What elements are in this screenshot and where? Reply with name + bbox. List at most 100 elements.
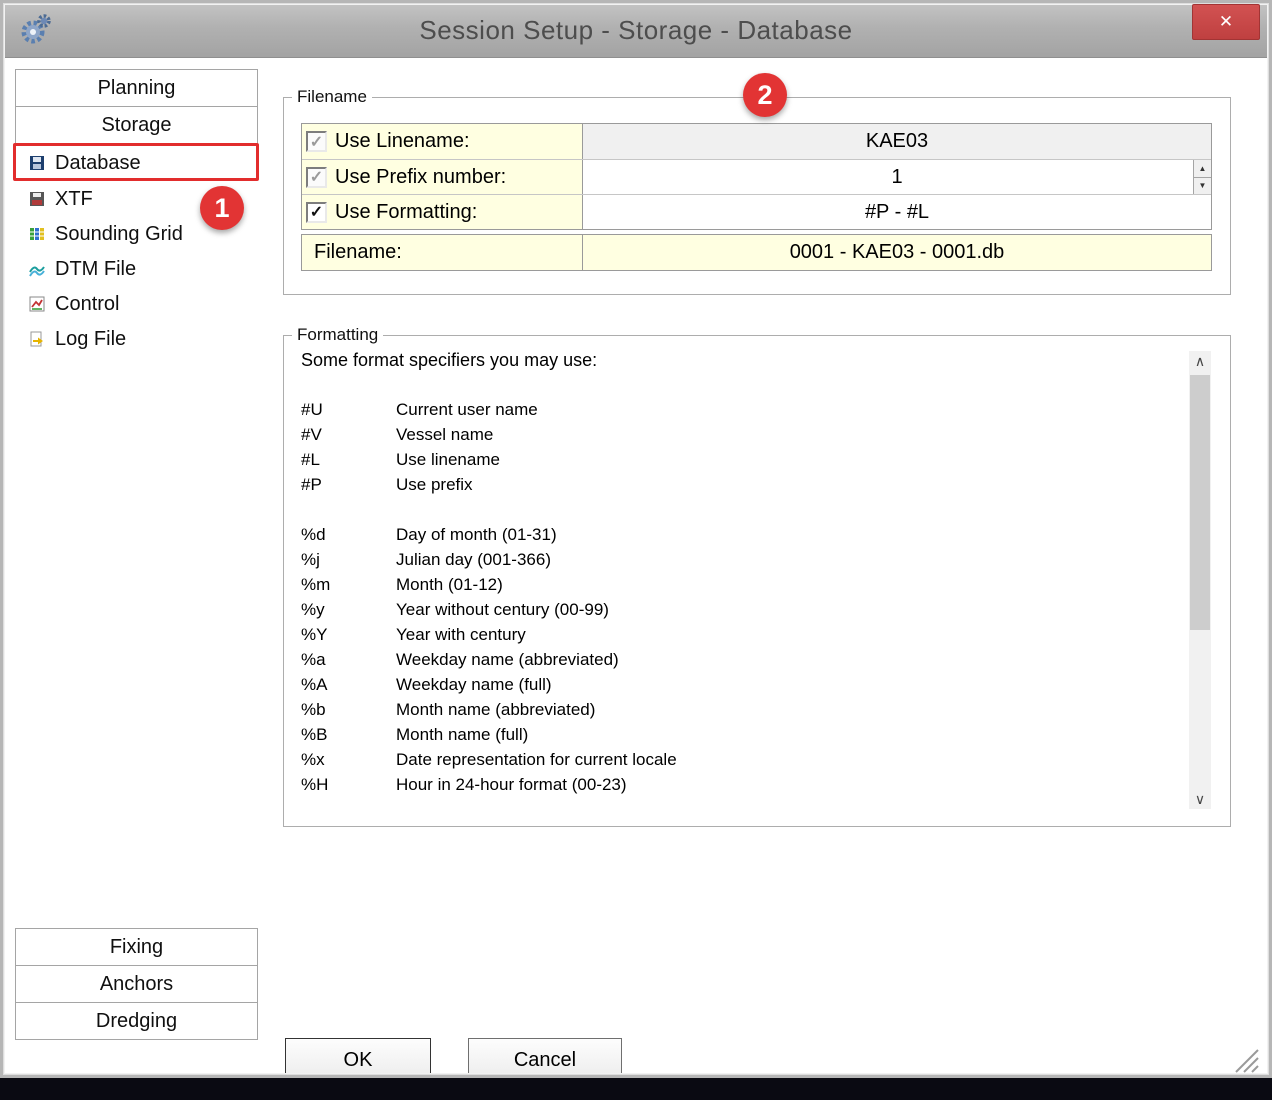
filename-group: Filename ✓ Use Linename: KAE03 ✓ Use Pre… (283, 97, 1231, 295)
prefix-spinner: ▲ ▼ (1193, 160, 1211, 194)
specifier-row: #V Vessel name (301, 422, 1161, 447)
sidebar-item-label: Database (55, 152, 141, 175)
specifier-desc: Weekday name (full) (396, 675, 552, 695)
use-prefix-label: Use Prefix number: (335, 166, 506, 189)
control-icon (28, 295, 46, 313)
session-setup-dialog: Session Setup - Storage - Database ✕ Pla… (0, 0, 1272, 1100)
specifier-code: #L (301, 450, 396, 470)
use-formatting-checkbox[interactable]: ✓ (306, 202, 327, 223)
specifier-row: #L Use linename (301, 447, 1161, 472)
linename-value-field[interactable]: KAE03 (583, 124, 1211, 159)
specifier-code: #U (301, 400, 396, 420)
log-file-icon (28, 330, 46, 348)
filename-label: Filename: (314, 241, 402, 264)
scrollbar-up-icon[interactable]: ∧ (1189, 351, 1211, 371)
specifier-code: #P (301, 475, 396, 495)
specifier-code: %H (301, 775, 396, 795)
specifier-row: #P Use prefix (301, 472, 1161, 497)
sidebar-button-fixing[interactable]: Fixing (15, 928, 258, 966)
specifier-code: %b (301, 700, 396, 720)
spinner-up-icon[interactable]: ▲ (1194, 160, 1211, 178)
cancel-button[interactable]: Cancel (468, 1038, 622, 1082)
specifier-desc: Weekday name (abbreviated) (396, 650, 619, 670)
specifier-desc: Current user name (396, 400, 538, 420)
scrollbar-down-icon[interactable]: ∨ (1189, 789, 1211, 809)
specifier-code: %y (301, 600, 396, 620)
use-formatting-row: ✓ Use Formatting: #P - #L (302, 194, 1211, 229)
app-gear-icon (17, 11, 53, 54)
sidebar-item-label: Sounding Grid (55, 223, 183, 246)
sidebar-button-planning[interactable]: Planning (15, 69, 258, 107)
prefix-number-value: 1 (891, 166, 902, 189)
sidebar-button-anchors[interactable]: Anchors (15, 965, 258, 1003)
specifier-desc: Month name (abbreviated) (396, 700, 595, 720)
use-formatting-label: Use Formatting: (335, 201, 477, 224)
specifier-desc: Use linename (396, 450, 500, 470)
specifier-desc: Julian day (001-366) (396, 550, 551, 570)
sidebar-item-label: XTF (55, 188, 93, 211)
window-title: Session Setup - Storage - Database (419, 15, 852, 46)
specifier-row: %B Month name (full) (301, 722, 1161, 747)
specifier-code: %a (301, 650, 396, 670)
sidebar-item-control[interactable]: Control (15, 287, 258, 321)
formatting-group-label: Formatting (292, 325, 383, 345)
filename-label-cell: Filename: (302, 235, 583, 270)
filename-result-table: Filename: 0001 - KAE03 - 0001.db (301, 234, 1212, 271)
desktop-bottom-strip (0, 1078, 1272, 1100)
use-linename-checkbox: ✓ (306, 131, 327, 152)
specifier-row: %a Weekday name (abbreviated) (301, 647, 1161, 672)
scrollbar-thumb[interactable] (1190, 375, 1210, 630)
sidebar-item-label: Control (55, 293, 119, 316)
ok-button[interactable]: OK (285, 1038, 431, 1082)
dtm-file-icon (28, 260, 46, 278)
filename-result-value: 0001 - KAE03 - 0001.db (583, 235, 1211, 270)
titlebar[interactable]: Session Setup - Storage - Database (3, 3, 1269, 58)
specifier-row: %A Weekday name (full) (301, 672, 1161, 697)
sidebar-button-storage[interactable]: Storage (15, 106, 258, 144)
specifier-row: %j Julian day (001-366) (301, 547, 1161, 572)
sidebar-item-dtm-file[interactable]: DTM File (15, 252, 258, 286)
specifier-desc: Use prefix (396, 475, 473, 495)
specifier-code: %x (301, 750, 396, 770)
formatting-scrollbar[interactable]: ∧ ∨ (1189, 351, 1211, 809)
specifier-code: #V (301, 425, 396, 445)
database-disk-icon (28, 154, 46, 172)
specifier-desc: Month name (full) (396, 725, 528, 745)
use-formatting-label-cell: ✓ Use Formatting: (302, 195, 583, 229)
sounding-grid-icon (28, 225, 46, 243)
specifier-row: %y Year without century (00-99) (301, 597, 1161, 622)
specifier-desc: Month (01-12) (396, 575, 503, 595)
close-button[interactable]: ✕ (1192, 4, 1260, 40)
formatting-pattern-field[interactable]: #P - #L (583, 195, 1211, 229)
use-prefix-row: ✓ Use Prefix number: 1 ▲ ▼ (302, 159, 1211, 194)
sidebar-item-label: DTM File (55, 258, 136, 281)
formatting-intro-text: Some format specifiers you may use: (301, 348, 597, 372)
specifier-row: %b Month name (abbreviated) (301, 697, 1161, 722)
filename-options-table: ✓ Use Linename: KAE03 ✓ Use Prefix numbe… (301, 123, 1212, 230)
specifier-desc: Year with century (396, 625, 526, 645)
sidebar-button-dredging[interactable]: Dredging (15, 1002, 258, 1040)
filename-result-row: Filename: 0001 - KAE03 - 0001.db (302, 235, 1211, 270)
specifier-desc: Hour in 24-hour format (00-23) (396, 775, 627, 795)
spinner-down-icon[interactable]: ▼ (1194, 178, 1211, 195)
sidebar-item-label: Log File (55, 328, 126, 351)
specifier-desc: Day of month (01-31) (396, 525, 557, 545)
specifier-row: #U Current user name (301, 397, 1161, 422)
use-linename-label: Use Linename: (335, 130, 470, 153)
sidebar-item-database[interactable]: Database (15, 146, 258, 180)
sidebar-item-log-file[interactable]: Log File (15, 322, 258, 356)
specifier-code: %j (301, 550, 396, 570)
use-prefix-label-cell: ✓ Use Prefix number: (302, 160, 583, 194)
prefix-number-field[interactable]: 1 ▲ ▼ (583, 160, 1211, 194)
specifier-row: %m Month (01-12) (301, 572, 1161, 597)
specifier-code: %B (301, 725, 396, 745)
specifier-row: %Y Year with century (301, 622, 1161, 647)
use-linename-label-cell: ✓ Use Linename: (302, 124, 583, 159)
percent-specifier-list: %d Day of month (01-31) %j Julian day (0… (301, 522, 1161, 797)
specifier-code: %d (301, 525, 396, 545)
specifier-row: %d Day of month (01-31) (301, 522, 1161, 547)
specifier-code: %m (301, 575, 396, 595)
specifier-row: %x Date representation for current local… (301, 747, 1161, 772)
resize-grip[interactable] (1234, 1048, 1260, 1079)
xtf-disk-icon (28, 190, 46, 208)
